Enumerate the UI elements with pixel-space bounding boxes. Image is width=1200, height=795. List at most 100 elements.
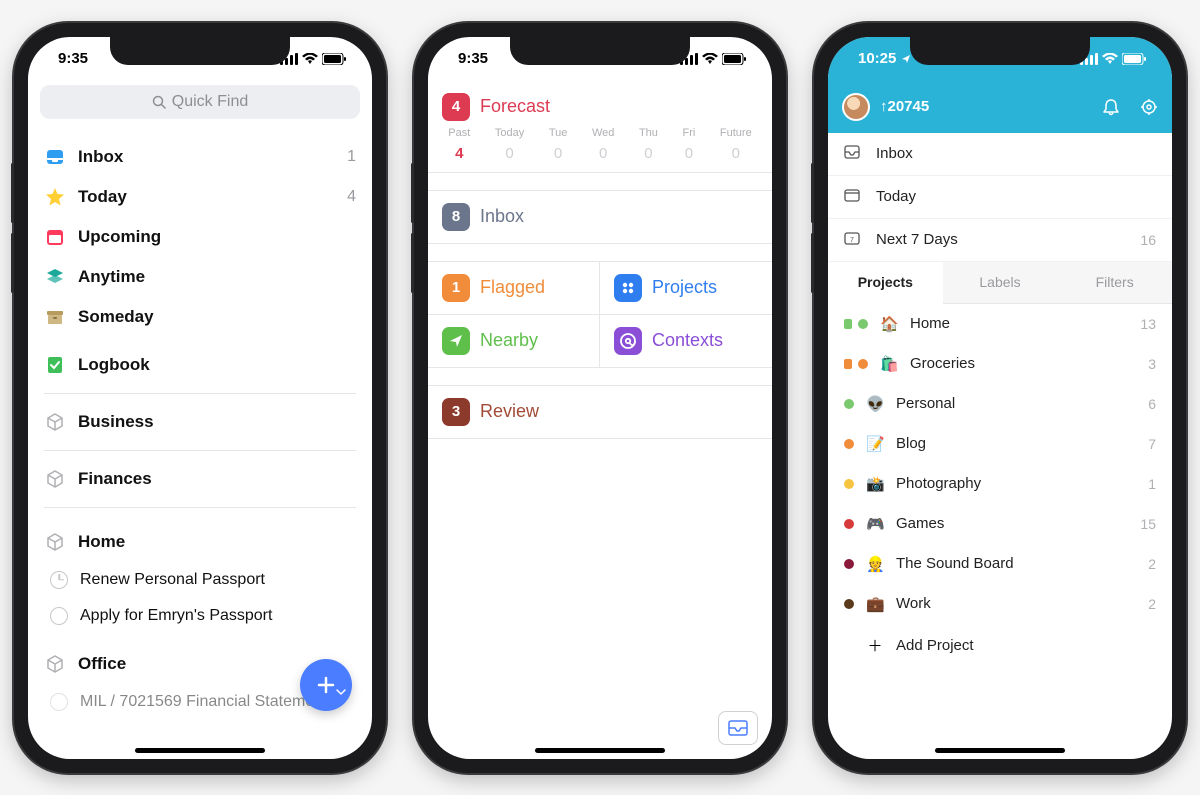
someday-label: Someday	[78, 307, 356, 327]
area-label: Home	[78, 532, 356, 552]
project-emoji: 👷	[866, 555, 884, 573]
row-projects[interactable]: Projects	[600, 262, 772, 314]
row-nearby[interactable]: Nearby	[428, 315, 600, 367]
project-label: Personal	[896, 395, 1136, 412]
avatar[interactable]	[842, 93, 870, 121]
wifi-icon	[702, 53, 718, 65]
checkbox-icon[interactable]	[50, 607, 68, 625]
quick-find[interactable]: Quick Find	[40, 85, 360, 119]
task-renew[interactable]: Renew Personal Passport	[28, 562, 372, 598]
area-label: Finances	[78, 469, 356, 489]
project-row[interactable]: 📸 Photography 1	[828, 464, 1172, 504]
row-inbox[interactable]: 8 Inbox	[428, 191, 772, 244]
project-emoji: 🏠	[880, 315, 898, 333]
logbook-label: Logbook	[78, 355, 356, 375]
row-upcoming[interactable]: Upcoming	[28, 217, 372, 257]
project-emoji: 📝	[866, 435, 884, 453]
task-emryn[interactable]: Apply for Emryn's Passport	[28, 598, 372, 634]
inbox-count: 1	[347, 148, 356, 166]
battery-icon	[1122, 53, 1146, 65]
project-label: Blog	[896, 435, 1136, 452]
new-task-button[interactable]	[300, 659, 352, 711]
day-wed[interactable]: Wed0	[592, 127, 614, 162]
karma-score[interactable]: ↑20745	[880, 98, 929, 115]
layers-icon	[44, 266, 66, 288]
project-row[interactable]: 🎮 Games 15	[828, 504, 1172, 544]
archive-icon	[44, 306, 66, 328]
status-time: 9:35	[58, 50, 88, 67]
battery-icon	[322, 53, 346, 65]
gear-icon[interactable]	[1140, 98, 1158, 116]
row-logbook[interactable]: Logbook	[28, 345, 372, 385]
inbox-label: Inbox	[78, 147, 335, 167]
inbox-label: Inbox	[480, 206, 524, 227]
project-color-dot	[844, 519, 854, 529]
inbox-icon	[44, 146, 66, 168]
project-label: Work	[896, 595, 1136, 612]
project-count: 3	[1148, 356, 1156, 372]
tab-labels[interactable]: Labels	[943, 262, 1058, 303]
row-flagged[interactable]: 1 Flagged	[428, 262, 600, 314]
project-color-dot	[844, 559, 854, 569]
row-inbox[interactable]: Inbox	[828, 133, 1172, 176]
day-past[interactable]: Past4	[448, 127, 470, 162]
area-finances[interactable]: Finances	[28, 459, 372, 499]
day-fri[interactable]: Fri0	[682, 127, 695, 162]
home-indicator	[535, 748, 665, 753]
flagged-label: Flagged	[480, 277, 545, 298]
forecast-days[interactable]: Past4 Today0 Tue0 Wed0 Thu0 Fri0 Future0	[428, 125, 772, 173]
bell-icon[interactable]	[1102, 98, 1120, 116]
forecast-badge: 4	[442, 93, 470, 121]
project-color-dot	[858, 359, 868, 369]
quick-capture-button[interactable]	[718, 711, 758, 745]
project-row[interactable]: 🛍️ Groceries 3	[828, 344, 1172, 384]
project-count: 13	[1140, 316, 1156, 332]
row-review[interactable]: 3 Review	[428, 386, 772, 439]
day-today[interactable]: Today0	[495, 127, 524, 162]
row-today[interactable]: Today	[828, 176, 1172, 219]
project-row[interactable]: 🏠 Home 13	[828, 304, 1172, 344]
projects-label: Projects	[652, 277, 717, 298]
project-color-dot	[844, 479, 854, 489]
row-anytime[interactable]: Anytime	[28, 257, 372, 297]
project-count: 15	[1140, 516, 1156, 532]
project-row[interactable]: 👷 The Sound Board 2	[828, 544, 1172, 584]
project-row[interactable]: 💼 Work 2	[828, 584, 1172, 624]
row-contexts[interactable]: Contexts	[600, 315, 772, 367]
project-row[interactable]: 📝 Blog 7	[828, 424, 1172, 464]
shared-icon	[844, 319, 852, 329]
add-project[interactable]: ＋ Add Project	[828, 624, 1172, 667]
today-label: Today	[876, 188, 1156, 205]
svg-text:7: 7	[850, 237, 854, 244]
todoist-header: ↑20745	[828, 81, 1172, 133]
nearby-icon	[442, 327, 470, 355]
day-future[interactable]: Future0	[720, 127, 752, 162]
project-count: 2	[1148, 596, 1156, 612]
today-label: Today	[78, 187, 335, 207]
plus-icon: ＋	[866, 635, 884, 656]
project-emoji: 👽	[866, 395, 884, 413]
inbox-badge: 8	[442, 203, 470, 231]
tab-projects[interactable]: Projects	[828, 262, 943, 304]
row-forecast[interactable]: 4 Forecast	[428, 81, 772, 125]
phone-todoist: 10:25 ↑20745 Inbox Today 7 Next 7 Days	[814, 23, 1186, 773]
project-count: 7	[1148, 436, 1156, 452]
project-row[interactable]: 👽 Personal 6	[828, 384, 1172, 424]
divider	[44, 393, 356, 394]
project-label: Home	[910, 315, 1128, 332]
day-thu[interactable]: Thu0	[639, 127, 658, 162]
area-home[interactable]: Home	[28, 522, 372, 562]
divider	[44, 450, 356, 451]
day-tue[interactable]: Tue0	[549, 127, 568, 162]
row-today[interactable]: Today 4	[28, 177, 372, 217]
row-inbox[interactable]: Inbox 1	[28, 137, 372, 177]
box-icon	[44, 653, 66, 675]
row-someday[interactable]: Someday	[28, 297, 372, 337]
tab-filters[interactable]: Filters	[1057, 262, 1172, 303]
area-business[interactable]: Business	[28, 402, 372, 442]
project-emoji: 🛍️	[880, 355, 898, 373]
row-next7[interactable]: 7 Next 7 Days 16	[828, 219, 1172, 262]
logbook-icon	[44, 354, 66, 376]
shared-icon	[844, 359, 852, 369]
checkbox-icon[interactable]	[50, 693, 68, 711]
